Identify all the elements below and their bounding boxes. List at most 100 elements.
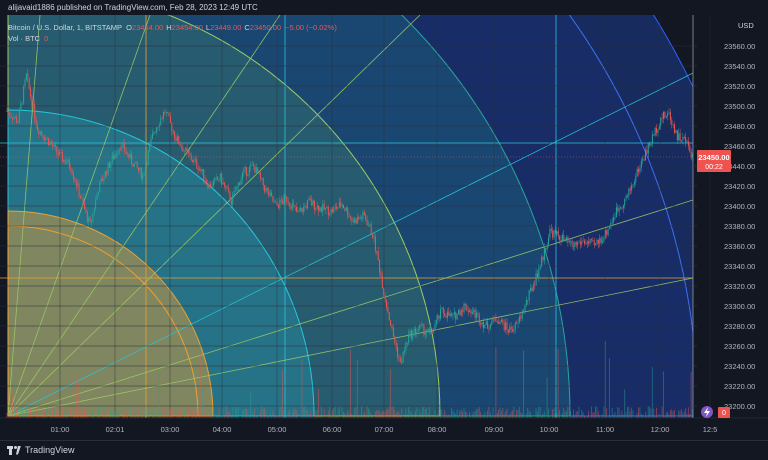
volume-bar [262,408,264,418]
candle-body [223,182,225,186]
volume-bar [35,407,37,418]
candle-body [182,147,184,152]
volume-bar [632,410,634,418]
candle-body [183,150,185,152]
volume-bar [599,414,601,418]
volume-bar [54,408,56,418]
volume-bar [271,415,272,418]
candle-body [289,202,291,206]
volume-bar [626,406,628,418]
volume-bar [464,411,466,418]
volume-bar [620,414,621,418]
candle-body [500,319,502,322]
candle-body [512,329,514,332]
candle-body [316,205,318,209]
candle-body [387,307,389,313]
candle-body [412,331,414,339]
volume-bar [381,411,383,418]
candle-body [229,191,231,201]
candle-body [624,198,626,206]
volume-bar [420,413,422,418]
price-tick-label: 23480.00 [724,122,755,131]
candle-body [518,316,520,323]
volume-bar [546,377,548,418]
volume-bar [397,411,398,418]
candle-body [509,326,511,333]
candle-body [325,207,327,210]
volume-bar [114,412,116,418]
volume-bar [354,408,356,418]
publish-line: alijavaid1886 published on TradingView.c… [8,3,258,12]
lightning-icon[interactable] [701,406,713,418]
candle-body [174,131,176,139]
candle-body [333,207,335,213]
volume-bar [408,407,410,418]
candle-body [481,321,483,325]
candle-body [295,207,297,212]
candle-body [577,242,579,246]
volume-bar [554,413,556,418]
candle-body [63,159,65,162]
candle-body [203,169,205,180]
candle-body [128,153,130,158]
candle-body [108,162,110,168]
candle-body [95,199,97,209]
candle-body [664,112,666,118]
candle-body [476,312,478,318]
volume-bar [103,409,105,418]
candle-body [221,173,223,185]
volume-bar [513,406,515,418]
candle-body [602,241,604,243]
candle-body [525,299,527,305]
volume-bar [259,411,261,418]
candle-body [266,188,268,191]
volume-bar [113,412,115,418]
candle-body [287,201,289,203]
price-chart[interactable]: 23560.00 23540.00 23520.00 23500.00 23480.00… [0,15,768,440]
volume-bar [683,411,685,418]
candle-body [505,322,507,331]
volume-bar [334,406,336,418]
volume-bar [398,411,400,418]
candle-body [337,207,339,209]
volume-bar [678,411,680,418]
volume-bar [459,410,461,418]
volume-bar [287,411,289,418]
candle-body [207,183,209,189]
volume-bar [301,358,303,418]
candle-body [534,284,536,286]
candle-body [14,116,16,118]
volume-bar [536,411,538,418]
volume-bar [25,407,27,418]
volume-bar [200,353,202,418]
candle-body [7,111,9,113]
candle-body [38,130,40,135]
volume-bar [157,411,159,418]
volume-bar [343,411,344,418]
volume-bar [344,413,346,418]
candle-body [329,214,331,215]
candle-body [275,201,277,203]
tradingview-logo[interactable]: TradingView [7,445,75,455]
volume-bar [172,409,174,418]
candle-body [215,177,217,178]
candle-body [140,167,142,179]
candle-body [595,243,597,245]
volume-bar [49,407,51,418]
candle-body [24,80,26,87]
volume-bar [525,413,527,418]
volume-bar [223,414,225,418]
candle-body [676,130,678,141]
volume-bar [588,410,590,418]
volume-bar [466,412,468,418]
volume-bar [56,410,58,418]
candle-body [150,138,152,145]
time-tick-label: 05:00 [268,425,287,434]
countdown-label: 00:22 [705,164,723,171]
volume-bar [45,409,47,418]
candle-body [169,116,171,123]
candle-body [541,256,543,267]
volume-bar [117,413,119,418]
candle-body [236,185,238,191]
candle-body [122,143,124,145]
